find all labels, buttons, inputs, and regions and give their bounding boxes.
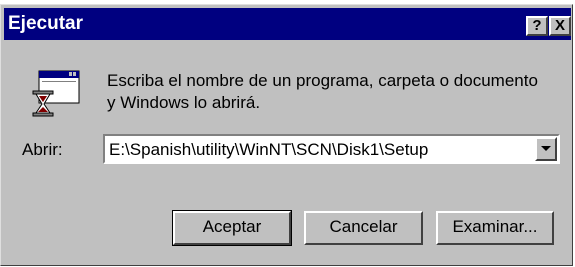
run-dialog: Ejecutar ? X Escriba el nombre de un pro… [0,4,573,266]
browse-button[interactable]: Examinar... [436,211,554,245]
accept-button[interactable]: Aceptar [172,210,292,246]
dropdown-button[interactable] [535,137,557,161]
title-bar[interactable]: Ejecutar ? X [4,8,571,40]
open-combobox[interactable]: E:\Spanish\utility\WinNT\SCN\Disk1\Setup [103,134,560,164]
open-label: Abrir: [22,140,63,159]
instruction-line-1: Escriba el nombre de un programa, carpet… [107,71,538,90]
run-program-icon [31,69,81,119]
cancel-button[interactable]: Cancelar [304,211,423,245]
instruction-line-2: y Windows lo abrirá. [107,93,261,112]
close-button[interactable]: X [549,16,571,36]
chevron-down-icon [541,146,551,151]
help-button[interactable]: ? [526,16,548,36]
instruction-text: Escriba el nombre de un programa, carpet… [107,70,538,114]
open-input[interactable]: E:\Spanish\utility\WinNT\SCN\Disk1\Setup [109,139,428,161]
window-title: Ejecutar [8,13,83,34]
